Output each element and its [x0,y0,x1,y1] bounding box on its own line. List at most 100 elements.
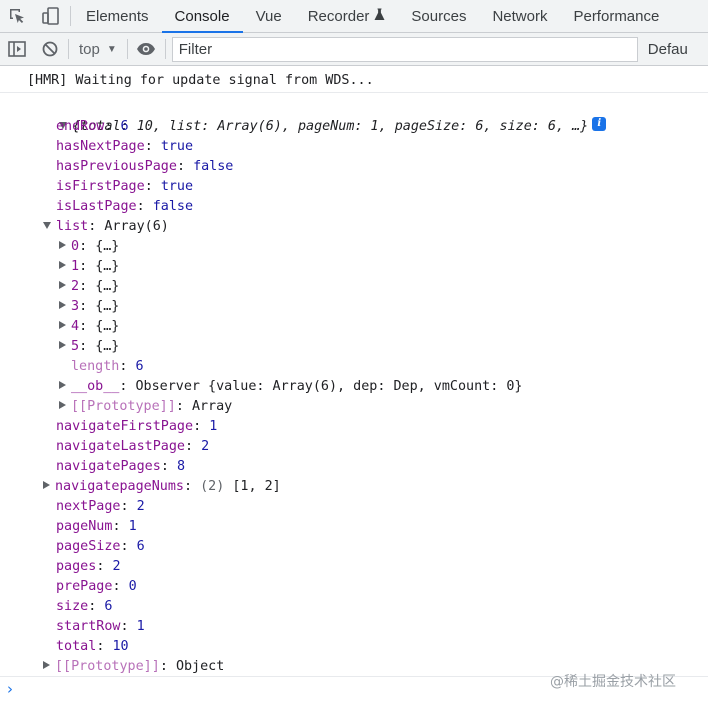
show-sidebar-icon[interactable] [0,33,33,66]
property-key: length [71,359,120,374]
clear-console-icon[interactable] [33,33,66,66]
property-value: 0 [128,579,137,594]
list-item[interactable]: 1: {…} [59,257,119,277]
item-key: 5 [71,339,80,354]
property-value: 6 [136,539,145,554]
observer-property[interactable]: __ob__: Observer {value: Array(6), dep: … [59,377,522,397]
tab-network[interactable]: Network [479,0,560,32]
property-value: 1 [209,419,218,434]
property-row: pageNum: 1 [56,519,137,534]
navigatepagenums-property[interactable]: navigatepageNums: (2) [1, 2] [43,477,281,497]
tab-label: Performance [573,7,660,25]
item-key: 1 [71,259,80,274]
property-value: Array(6) [104,219,169,234]
collapsed-triangle-icon[interactable] [59,341,66,349]
property-key: nextPage [56,499,121,514]
list-length: length: 6 [71,359,144,374]
property-key: navigatePages [56,459,161,474]
property-key: hasNextPage [56,139,145,154]
tab-performance[interactable]: Performance [560,0,672,32]
toolbar-divider [68,39,69,59]
list-item[interactable]: 2: {…} [59,277,119,297]
list-property[interactable]: list: Array(6) [43,217,169,237]
tab-console[interactable]: Console [161,0,243,33]
console-message: [HMR] Waiting for update signal from WDS… [0,67,708,93]
tabbar-divider [70,6,71,26]
info-icon[interactable]: i [592,117,607,131]
property-value: 2 [112,559,121,574]
property-row: pageSize: 6 [56,539,145,554]
property-value: 1 [136,619,145,634]
property-value: 10 [112,639,129,654]
property-row: navigatePages: 8 [56,459,185,474]
list-item[interactable]: 4: {…} [59,317,119,337]
property-value: false [152,199,194,214]
log-levels-dropdown[interactable]: Defau [648,41,688,58]
collapsed-triangle-icon[interactable] [59,241,66,249]
collapsed-triangle-icon[interactable] [59,381,66,389]
collapsed-triangle-icon[interactable] [43,481,50,489]
property-row: pages: 2 [56,559,121,574]
tab-label: Sources [411,7,467,25]
property-key: [[Prototype]] [71,399,176,414]
collapsed-triangle-icon[interactable] [59,261,66,269]
property-value: 6 [104,599,113,614]
list-item[interactable]: 0: {…} [59,237,119,257]
list-item[interactable]: 3: {…} [59,297,119,317]
property-key: navigatepageNums [55,479,184,494]
filter-input[interactable] [178,40,637,58]
tab-recorder[interactable]: Recorder [295,0,399,32]
property-row: total: 10 [56,639,129,654]
property-value: true [160,179,194,194]
property-key: startRow [56,619,121,634]
property-value: Array [191,399,233,414]
property-key: isFirstPage [56,179,145,194]
devtools-tabbar: Elements Console Vue Recorder Sources Ne… [0,0,708,33]
device-toolbar-icon[interactable] [34,0,68,32]
collapsed-triangle-icon[interactable] [59,401,66,409]
object-prototype[interactable]: [[Prototype]]: Object [43,657,224,677]
collapsed-triangle-icon[interactable] [43,661,50,669]
property-value: [1, 2] [232,479,281,494]
collapsed-triangle-icon[interactable] [59,301,66,309]
context-selector[interactable]: top ▼ [71,33,125,66]
property-value: 2 [201,439,210,454]
property-row: navigateLastPage: 2 [56,439,210,454]
property-row: nextPage: 2 [56,499,145,514]
property-key: pageSize [56,539,121,554]
property-row: hasPreviousPage: false [56,159,234,174]
item-value: {…} [95,259,120,274]
list-item[interactable]: 5: {…} [59,337,119,357]
property-key: navigateLastPage [56,439,185,454]
item-key: 4 [71,319,80,334]
property-value: 2 [136,499,145,514]
array-prototype[interactable]: [[Prototype]]: Array [59,397,232,417]
collapsed-triangle-icon[interactable] [59,281,66,289]
property-row: endRow: 6 [56,119,129,134]
item-value: {…} [95,279,120,294]
item-value: {…} [95,239,120,254]
tab-elements[interactable]: Elements [73,0,162,32]
object-summary[interactable]: {total: 10, list: Array(6), pageNum: 1, … [27,97,607,134]
tab-sources[interactable]: Sources [398,0,479,32]
tab-label: Recorder [307,7,370,25]
eye-icon[interactable] [130,33,163,66]
property-row: isLastPage: false [56,199,194,214]
property-row: startRow: 1 [56,619,145,634]
inspect-element-icon[interactable] [0,0,34,32]
property-value: Observer {value: Array(6), dep: Dep, vmC… [135,379,523,394]
tab-vue[interactable]: Vue [243,0,295,32]
expand-triangle-icon[interactable] [43,221,51,229]
tab-label: Vue [255,7,282,25]
collapsed-triangle-icon[interactable] [59,321,66,329]
property-key: [[Prototype]] [55,659,160,674]
filter-input-box[interactable] [171,36,638,62]
property-key: pageNum [56,519,113,534]
console-toolbar: top ▼ Defau [0,33,708,66]
array-count: (2) [200,479,225,494]
property-row: size: 6 [56,599,113,614]
watermark: @稀土掘金技术社区 [550,674,676,690]
item-key: 3 [71,299,80,314]
item-key: 2 [71,279,80,294]
property-row: isFirstPage: true [56,179,194,194]
